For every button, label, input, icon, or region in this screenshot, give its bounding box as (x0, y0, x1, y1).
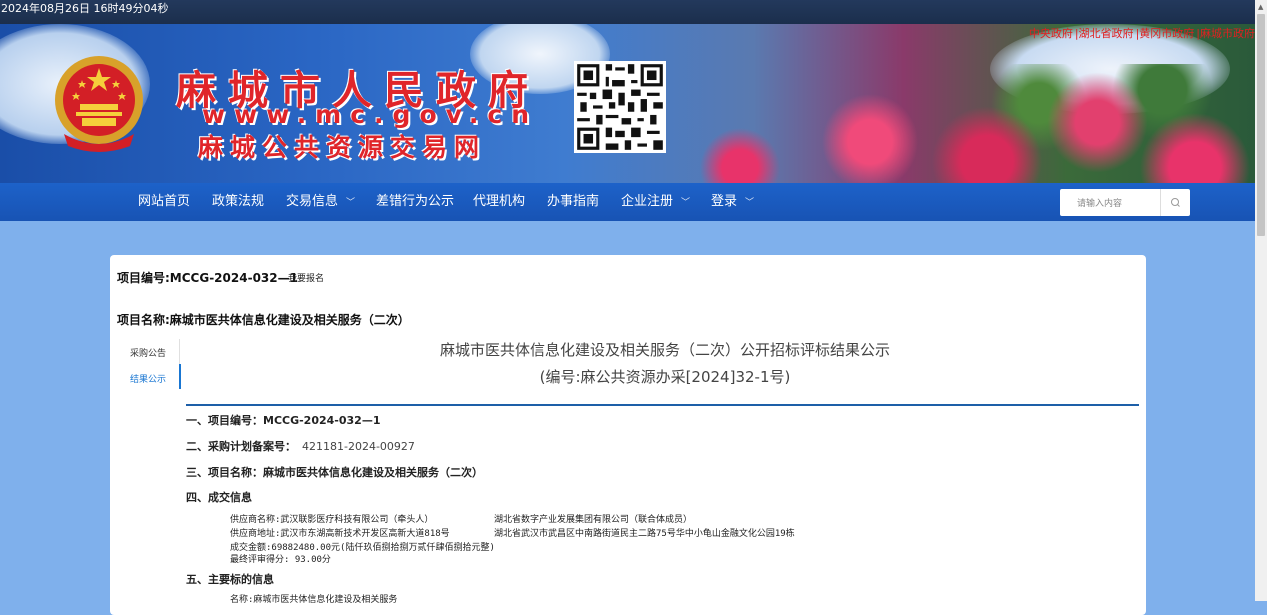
document-code: (编号:麻公共资源办采[2024]32-1号) (539, 368, 791, 386)
supplier-name-member: 湖北省数字产业发展集团有限公司（联合体成员） (494, 515, 693, 525)
section-deal-info: 四、成交信息 (186, 491, 252, 504)
content-panel: 项目编号:MCCG-2024-032—1 我要报名 项目名称:麻城市医共体信息化… (110, 255, 1146, 615)
site-url: www.mc.gov.cn (202, 100, 538, 129)
scrollbar-thumb[interactable] (1257, 14, 1265, 236)
section-project-number: 一、项目编号：MCCG-2024-032—1 (186, 414, 381, 427)
project-number: 项目编号:MCCG-2024-032—1 (117, 271, 298, 285)
gov-links: 中央政府 |湖北省政府 |黄冈市政府 |麻城市政府 (1027, 25, 1255, 41)
supplier-address-line: 供应商地址:武汉市东湖高新技术开发区高新大道818号 (230, 529, 450, 539)
supplier-address-member: 湖北省武汉市武昌区中南路街道民主二路75号华中小龟山金融文化公园19栋 (494, 529, 795, 539)
final-score-line: 最终评审得分: 93.00分 (230, 555, 331, 565)
search-box (1060, 189, 1190, 216)
gov-link-hubei[interactable]: |湖北省政府 (1075, 27, 1134, 40)
section-project-name: 三、项目名称：麻城市医共体信息化建设及相关服务（二次） (186, 466, 483, 479)
chevron-down-icon: ﹀ (745, 198, 755, 208)
tab-result-notice[interactable]: 结果公示 (130, 372, 166, 385)
chevron-down-icon: ﹀ (346, 198, 356, 208)
nav-trade-info[interactable]: 交易信息 ﹀ (286, 183, 355, 221)
section-main-item: 五、主要标的信息 (186, 573, 274, 586)
tab-procurement-notice[interactable]: 采购公告 (130, 346, 166, 359)
nav-login[interactable]: 登录 ﹀ (711, 183, 754, 221)
gov-link-central[interactable]: 中央政府 (1029, 27, 1073, 40)
site-subtitle: 麻城公共资源交易网 (198, 133, 487, 162)
top-clock-bar: 2024年08月26日 16时49分04秒 (0, 0, 1255, 24)
national-emblem-icon (55, 56, 143, 152)
nav-error-notice[interactable]: 差错行为公示 (376, 183, 454, 221)
nav-guide[interactable]: 办事指南 (547, 183, 599, 221)
search-icon[interactable] (1161, 189, 1190, 216)
gov-link-macheng[interactable]: |麻城市政府 (1196, 27, 1255, 40)
nav-register[interactable]: 企业注册 ﹀ (621, 183, 690, 221)
section-plan-record: 二、采购计划备案号： 421181-2024-00927 (186, 440, 415, 453)
clock-text: 2024年08月26日 16时49分04秒 (1, 2, 169, 15)
main-item-name-line: 名称:麻城市医共体信息化建设及相关服务 (230, 595, 398, 605)
chevron-down-icon: ﹀ (681, 198, 691, 208)
active-tab-indicator (179, 364, 181, 389)
site-banner: 麻城市人民政府 www.mc.gov.cn 麻城公共资源交易网 中央政府 |湖北省… (0, 24, 1255, 183)
project-name: 项目名称:麻城市医共体信息化建设及相关服务（二次） (117, 313, 410, 327)
main-nav: 网站首页 政策法规 交易信息 ﹀ 差错行为公示 代理机构 办事指南 企业注册 ﹀ 登… (0, 183, 1255, 221)
signup-link[interactable]: 我要报名 (288, 271, 324, 284)
nav-agencies[interactable]: 代理机构 (473, 183, 525, 221)
qr-code-icon (574, 61, 666, 153)
banner-flowers (610, 64, 1255, 183)
nav-policy[interactable]: 政策法规 (212, 183, 264, 221)
title-divider (186, 404, 1139, 406)
nav-home[interactable]: 网站首页 (138, 183, 190, 221)
document-title: 麻城市医共体信息化建设及相关服务（二次）公开招标评标结果公示 (439, 341, 890, 359)
scroll-up-arrow-icon[interactable]: ▲ (1258, 3, 1263, 11)
supplier-name-line: 供应商名称:武汉联影医疗科技有限公司（牵头人） (230, 515, 434, 525)
search-input[interactable] (1060, 189, 1160, 216)
gov-link-huanggang[interactable]: |黄冈市政府 (1136, 27, 1195, 40)
